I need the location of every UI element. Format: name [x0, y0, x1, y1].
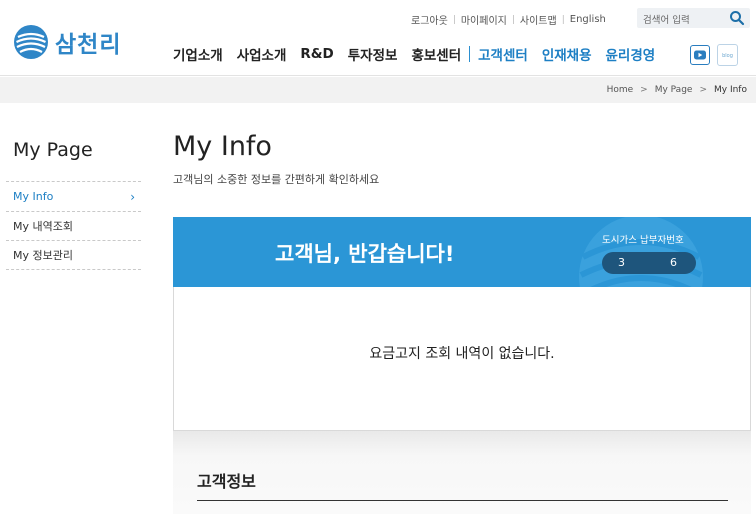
customer-number-left: 3 [618, 256, 625, 269]
customer-info-section: 고객정보 [173, 431, 751, 514]
breadcrumb: Home > My Page > My Info [607, 85, 747, 95]
welcome-banner: 고객님, 반갑습니다! 도시가스 납부자번호 3 6 [173, 217, 751, 287]
nav-customer-center[interactable]: 고객센터 [478, 44, 528, 64]
logout-link[interactable]: 로그아웃 [411, 12, 448, 27]
site-header: 삼천리 로그아웃 | 마이페이지 | 사이트맵 | English 기업소개 사… [0, 0, 756, 76]
logo-text: 삼천리 [55, 32, 122, 58]
side-item-my-history[interactable]: My 내역조회 [6, 210, 141, 241]
side-item-my-info[interactable]: My Info › [6, 181, 141, 211]
side-item-label: My Info [13, 190, 54, 203]
chevron-right-icon: > [640, 85, 648, 95]
youtube-icon[interactable] [690, 45, 710, 65]
sitemap-link[interactable]: 사이트맵 [520, 12, 557, 27]
blog-icon[interactable]: blog [717, 44, 738, 66]
logo-mark-icon [14, 25, 48, 59]
mypage-link[interactable]: 마이페이지 [461, 12, 507, 27]
side-title: My Page [13, 139, 93, 161]
side-item-my-settings[interactable]: My 정보관리 [6, 240, 141, 270]
page-subtitle: 고객님의 소중한 정보를 간편하게 확인하세요 [173, 173, 380, 186]
customer-number-label: 도시가스 납부자번호 [602, 235, 684, 246]
side-item-label: My 내역조회 [13, 219, 73, 233]
search-input[interactable] [637, 10, 723, 31]
customer-info-title: 고객정보 [197, 472, 256, 491]
nav-company[interactable]: 기업소개 [173, 44, 223, 64]
search-icon[interactable] [728, 9, 746, 27]
logo[interactable]: 삼천리 [13, 24, 121, 60]
nav-investment[interactable]: 투자정보 [348, 44, 398, 64]
side-item-label: My 정보관리 [13, 249, 73, 262]
nav-rnd[interactable]: R&D [300, 46, 333, 62]
chevron-right-icon: > [699, 85, 707, 95]
nav-recruit[interactable]: 인재채용 [542, 44, 592, 64]
nav-business[interactable]: 사업소개 [237, 44, 287, 64]
search-box [637, 8, 750, 31]
breadcrumb-current: My Info [714, 85, 747, 95]
breadcrumb-mypage[interactable]: My Page [655, 85, 693, 95]
customer-number-badge: 3 6 [602, 252, 696, 274]
nav-divider [469, 46, 471, 62]
nav-pr[interactable]: 홍보센터 [411, 44, 461, 64]
side-nav: My Info › My 내역조회 My 정보관리 [6, 181, 141, 270]
greeting-text: 고객님, 반갑습니다! [275, 242, 455, 266]
no-bill-message: 요금고지 조회 내역이 없습니다. [369, 346, 555, 362]
breadcrumb-home[interactable]: Home [607, 85, 634, 95]
section-divider [197, 500, 728, 501]
english-link[interactable]: English [570, 14, 606, 25]
chevron-right-icon: › [130, 190, 135, 204]
global-nav: 기업소개 사업소개 R&D 투자정보 홍보센터 고객센터 인재채용 윤리경영 [173, 44, 669, 64]
utility-links: 로그아웃 | 마이페이지 | 사이트맵 | English [411, 12, 606, 27]
nav-ethics[interactable]: 윤리경영 [606, 44, 656, 64]
customer-number-right: 6 [670, 256, 677, 269]
bill-notice-box: 요금고지 조회 내역이 없습니다. [173, 287, 751, 431]
breadcrumb-bar: Home > My Page > My Info [0, 77, 756, 103]
page-title: My Info [173, 131, 272, 162]
